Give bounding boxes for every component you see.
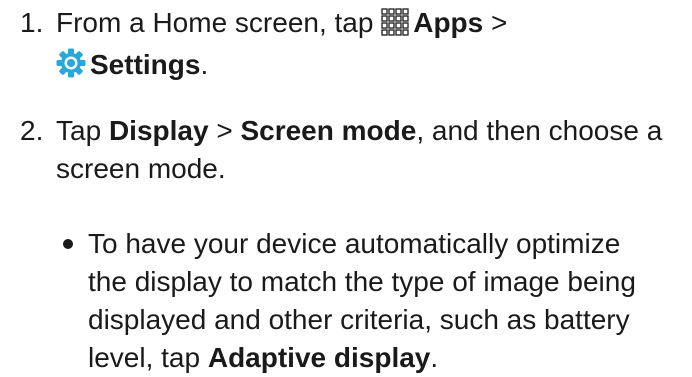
display-label: Display: [108, 115, 209, 146]
bullet-instruction: level, tap: [88, 342, 208, 373]
settings-gear-icon: [56, 48, 86, 88]
step-instruction: From a Home screen, tap: [56, 7, 382, 38]
bullet-line: To have your device automatically optimi…: [88, 228, 621, 259]
sentence-period: .: [430, 342, 439, 373]
step-text: Tap Display > Screen mode, and then choo…: [56, 112, 686, 188]
step-line: Settings.: [56, 46, 686, 88]
menu-separator: >: [208, 115, 241, 146]
step-number: 2.: [20, 115, 44, 146]
step-instruction-suffix: , and then choose a: [416, 115, 663, 146]
bullet-dot: [63, 239, 73, 249]
menu-separator: >: [483, 7, 508, 38]
screen-mode-label: Screen mode: [240, 115, 417, 146]
bullet-line: level, tap Adaptive display.: [88, 339, 688, 377]
sentence-period: .: [200, 49, 209, 80]
settings-label: Settings: [90, 49, 201, 80]
step-line: Tap Display > Screen mode, and then choo…: [56, 112, 686, 150]
step-line: From a Home screen, tap Apps >: [56, 4, 686, 46]
bullet-line: displayed and other criteria, such as ba…: [88, 304, 630, 335]
apps-label: Apps: [413, 7, 484, 38]
step-line: screen mode.: [56, 153, 226, 184]
adaptive-display-label: Adaptive display: [207, 342, 431, 373]
bullet-line: the display to match the type of image b…: [88, 266, 636, 297]
apps-grid-icon: [381, 8, 409, 46]
step-instruction: Tap: [56, 115, 109, 146]
step-number: 1.: [20, 7, 44, 38]
step-text: From a Home screen, tap Apps > Settings.: [56, 4, 686, 88]
bullet-text: To have your device automatically optimi…: [88, 225, 688, 377]
